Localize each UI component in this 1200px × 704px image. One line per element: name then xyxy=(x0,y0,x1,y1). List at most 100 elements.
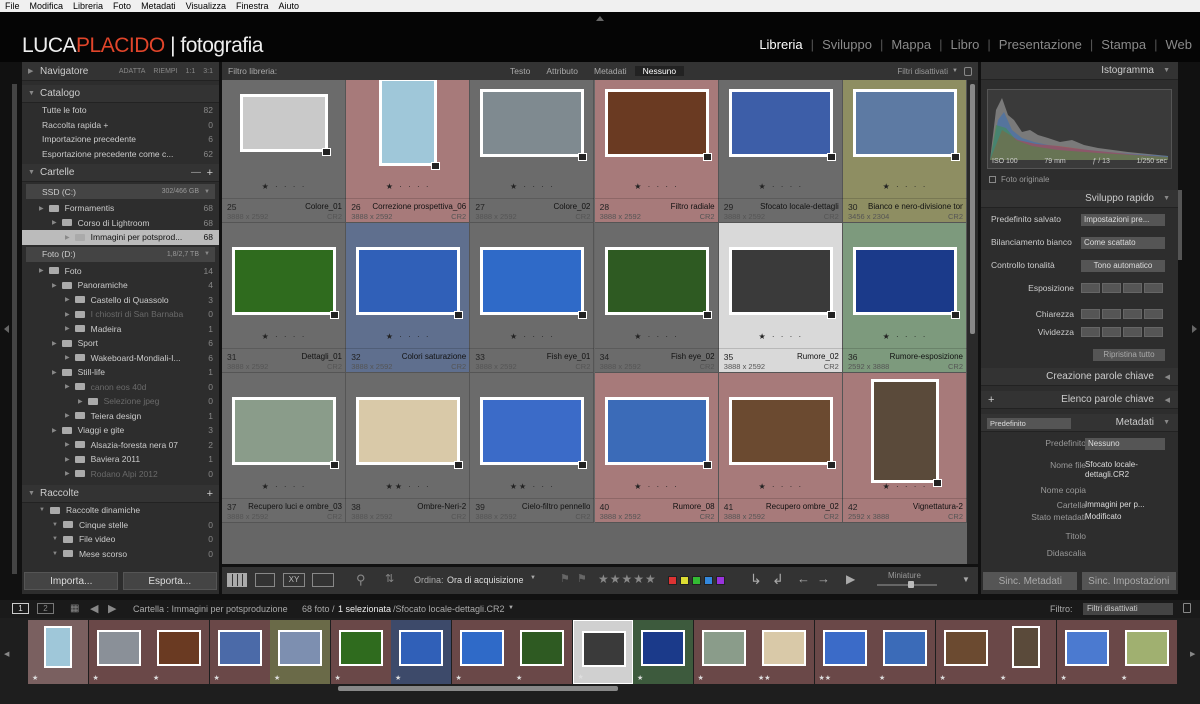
folder-item[interactable]: ▶ Panoramiche 4 xyxy=(22,278,219,293)
filmstrip-item[interactable]: ★ xyxy=(572,620,633,684)
rotate-left-icon[interactable]: ↳ xyxy=(750,571,762,588)
collection-item[interactable]: ▼ File video 0 xyxy=(22,532,219,547)
photo-cell[interactable]: ★ · · · · 35 Rumore_02 3888 x 2592 CR2 xyxy=(718,223,843,373)
disclosure-triangle-icon[interactable]: ▶ xyxy=(65,470,70,477)
auto-tone-button[interactable]: Tono automatico xyxy=(1081,260,1165,272)
filmstrip-thumbnail[interactable] xyxy=(1125,630,1169,666)
navigator-zoom-option[interactable]: RIEMPI xyxy=(153,68,177,75)
photo-cell[interactable]: ★★ · · · 39 Cielo-filtro pennello 3888 x 25… xyxy=(470,373,595,523)
thumbnail-size-slider[interactable] xyxy=(877,584,937,586)
disclosure-triangle-icon[interactable]: ▶ xyxy=(52,427,57,434)
main-window-button[interactable]: 1 xyxy=(12,603,29,614)
photo-thumbnail[interactable] xyxy=(728,247,833,315)
collection-item[interactable]: ▼ Cinque stelle 0 xyxy=(22,518,219,533)
collections-header[interactable]: ▼ Raccolte + xyxy=(22,485,219,503)
filter-lock-icon[interactable] xyxy=(1183,603,1191,613)
filmstrip-item[interactable]: ★ xyxy=(88,620,149,684)
filmstrip-item[interactable]: ★ xyxy=(512,620,572,684)
rotate-right-icon[interactable]: ↲ xyxy=(772,571,784,588)
folder-item[interactable]: ▶ Teiera design 1 xyxy=(22,409,219,424)
disclosure-triangle-icon[interactable]: ▶ xyxy=(52,219,57,226)
filter-presets-select[interactable]: Filtri disattivati xyxy=(897,67,948,76)
menu-item-visualizza[interactable]: Visualizza xyxy=(181,1,231,11)
white-balance-select[interactable]: Come scattato xyxy=(1081,237,1165,249)
grid-icon[interactable]: ▦ xyxy=(70,603,79,614)
disclosure-triangle-icon[interactable]: ▶ xyxy=(65,311,70,318)
filmstrip-item[interactable]: ★ xyxy=(693,620,754,684)
disclosure-triangle-icon[interactable]: ▶ xyxy=(78,398,83,405)
filmstrip-item[interactable]: ★ xyxy=(935,620,996,684)
navigator-header[interactable]: ▶ Navigatore ADATTA RIEMPI 1:1 3:1 xyxy=(22,62,219,81)
grid-scrollbar-thumb[interactable] xyxy=(970,84,975,334)
metadata-value[interactable]: Modificato xyxy=(1085,512,1165,522)
filmstrip-item[interactable]: ★ xyxy=(149,620,209,684)
photo-rating[interactable]: ★ · · · · xyxy=(719,182,843,191)
metadata-value[interactable]: Nessuno xyxy=(1085,438,1165,450)
folders-minus-button[interactable]: — xyxy=(191,167,201,178)
left-panel-scrollbar[interactable] xyxy=(12,84,17,574)
photo-cell[interactable]: ★ · · · · 34 Fish eye_02 3888 x 2592 CR2 xyxy=(594,223,719,373)
photo-rating[interactable]: ★ · · · · xyxy=(222,332,346,341)
module-libreria[interactable]: Libreria xyxy=(751,37,810,52)
photo-cell[interactable]: ★ · · · · 33 Fish eye_01 3888 x 2592 CR2 xyxy=(470,223,595,373)
flag-pick-icon[interactable]: ⚑ xyxy=(560,572,570,585)
sync-settings-button[interactable]: Sinc. Impostazioni xyxy=(1081,572,1176,590)
star-rating-control[interactable]: ★★★★★ xyxy=(598,572,657,586)
filmstrip-thumbnail[interactable] xyxy=(1012,626,1040,668)
disclosure-triangle-icon[interactable]: ▶ xyxy=(65,412,70,419)
drive-foto[interactable]: Foto (D:) 1,8/2,7 TB ▼ xyxy=(26,246,215,262)
disclosure-triangle-icon[interactable]: ▶ xyxy=(52,282,57,289)
folder-item[interactable]: ▶ Still-life 1 xyxy=(22,365,219,380)
reset-all-button[interactable]: Ripristina tutto xyxy=(1093,349,1165,361)
module-libro[interactable]: Libro xyxy=(942,37,987,52)
photo-rating[interactable]: ★ · · · · xyxy=(470,182,594,191)
photo-cell[interactable]: ★★ · · · 38 Ombre-Neri-2 3888 x 2592 CR2 xyxy=(346,373,471,523)
filmstrip-item[interactable]: ★ xyxy=(1117,620,1177,684)
photo-thumbnail[interactable] xyxy=(480,397,585,465)
menu-item-foto[interactable]: Foto xyxy=(108,1,136,11)
folders-add-button[interactable]: + xyxy=(207,167,213,179)
photo-thumbnail[interactable] xyxy=(871,379,939,483)
filmstrip-item[interactable]: ★ xyxy=(1056,620,1117,684)
photo-rating[interactable]: ★ · · · · xyxy=(595,332,719,341)
forward-arrow-icon[interactable]: ▶ xyxy=(108,602,116,615)
filmstrip-thumbnail[interactable] xyxy=(883,630,927,666)
filter-tab-nessuno[interactable]: Nessuno xyxy=(634,66,685,76)
filmstrip-item[interactable]: ★ xyxy=(391,620,451,684)
collections-add-button[interactable]: + xyxy=(207,488,213,500)
menu-item-finestra[interactable]: Finestra xyxy=(231,1,274,11)
photo-cell[interactable]: ★ · · · · 29 Sfocato locale-dettagli 3888 x… xyxy=(718,80,843,223)
color-label-swatch[interactable] xyxy=(716,576,725,585)
filmstrip-thumbnail[interactable] xyxy=(459,630,504,666)
menu-item-libreria[interactable]: Libreria xyxy=(68,1,108,11)
photo-rating[interactable]: ★ · · · · xyxy=(222,182,346,191)
collection-item[interactable]: ▼ Mese scorso 0 xyxy=(22,547,219,562)
filmstrip-item[interactable]: ★ xyxy=(28,620,88,684)
folder-item[interactable]: ▶ Madeira 1 xyxy=(22,322,219,337)
filmstrip-item[interactable]: ★ xyxy=(633,620,693,684)
photo-thumbnail[interactable] xyxy=(240,94,328,152)
filmstrip-item[interactable]: ★ xyxy=(875,620,935,684)
filmstrip-item[interactable]: ★ xyxy=(451,620,512,684)
photo-cell[interactable]: ★ · · · · 30 Bianco e nero-divisione toni 3… xyxy=(843,80,967,223)
disclosure-triangle-icon[interactable]: ▶ xyxy=(39,205,44,212)
color-label-swatch[interactable] xyxy=(680,576,689,585)
module-stampa[interactable]: Stampa xyxy=(1093,37,1154,52)
menu-item-aiuto[interactable]: Aiuto xyxy=(273,1,304,11)
color-label-swatch[interactable] xyxy=(692,576,701,585)
photo-cell[interactable]: ★ · · · · 26 Correzione prospettiva_06 3888… xyxy=(346,80,471,223)
disclosure-triangle-icon[interactable]: ▶ xyxy=(65,296,70,303)
loupe-view-icon[interactable] xyxy=(255,573,275,587)
menu-item-file[interactable]: File xyxy=(0,1,25,11)
filmstrip-thumbnail[interactable] xyxy=(157,630,201,666)
photo-rating[interactable]: ★ · · · · xyxy=(595,482,719,491)
slideshow-play-icon[interactable]: ▶ xyxy=(846,572,855,586)
filmstrip-thumbnail[interactable] xyxy=(44,626,72,668)
disclosure-triangle-icon[interactable]: ▶ xyxy=(65,354,70,361)
filmstrip-thumbnail[interactable] xyxy=(1064,630,1109,666)
folder-item[interactable]: ▶ Formamentis 68 xyxy=(22,201,219,216)
photo-cell[interactable]: ★ · · · · 36 Rumore-esposizione 2592 x 3888… xyxy=(843,223,967,373)
photo-thumbnail[interactable] xyxy=(356,397,461,465)
disclosure-triangle-icon[interactable]: ▶ xyxy=(65,325,70,332)
filmstrip-thumbnail[interactable] xyxy=(641,630,685,666)
